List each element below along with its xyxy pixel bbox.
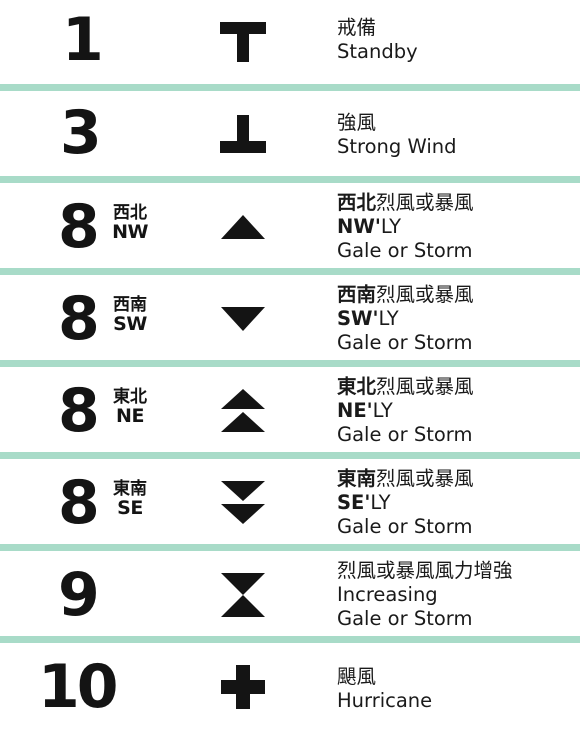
desc-english: Gale or Storm [337,515,473,538]
triangle-down-icon [221,307,265,331]
signal-number: 1 [62,5,104,75]
signal-description: 東南烈風或暴風 SE'LY Gale or Storm [337,467,474,539]
direction-label: 東北 NE [104,388,156,427]
double-triangle-down-icon [221,481,265,524]
desc-direction-suffix: LY [372,399,393,422]
desc-english: Standby [337,40,418,63]
signal-description: 西南烈風或暴風 SW'LY Gale or Storm [337,283,474,355]
cross-icon [221,665,265,709]
separator [0,452,580,459]
signal-number: 3 [60,98,102,168]
desc-chinese-rest: 烈風或暴風 [376,283,474,306]
desc-direction-abbr: NW' [337,215,381,238]
triangle-up-icon [221,215,265,239]
separator [0,268,580,275]
signal-row-8-se: 8 東南 SE 東南烈風或暴風 SE'LY Gale or Storm [0,459,580,545]
desc-chinese: 西南烈風或暴風 [337,283,474,307]
desc-direction-suffix: LY [378,307,399,330]
desc-chinese-rest: 烈風或暴風 [376,467,474,490]
direction-english: SW [113,312,147,335]
signal-number: 9 [58,560,100,630]
desc-direction-english: NW'LY [337,215,474,239]
desc-direction-chinese: 西北 [337,191,377,214]
desc-chinese: 烈風或暴風風力增強 [337,559,513,582]
desc-direction-chinese: 東北 [337,375,377,398]
desc-chinese: 戒備 [337,16,377,39]
desc-chinese-rest: 烈風或暴風 [376,375,474,398]
desc-chinese: 東南烈風或暴風 [337,467,474,491]
desc-direction-english: SW'LY [337,307,474,331]
signal-description: 西北烈風或暴風 NW'LY Gale or Storm [337,191,474,263]
signal-row-8-ne: 8 東北 NE 東北烈風或暴風 NE'LY Gale or Storm [0,367,580,453]
desc-english: Gale or Storm [337,331,473,354]
desc-chinese: 西北烈風或暴風 [337,191,474,215]
separator [0,636,580,643]
desc-direction-suffix: LY [380,215,401,238]
signal-description: 戒備 Standby [337,16,418,64]
direction-label: 西北 NW [104,204,156,243]
desc-direction-chinese: 西南 [337,283,377,306]
desc-chinese: 東北烈風或暴風 [337,375,474,399]
signal-description: 烈風或暴風風力增強 Increasing Gale or Storm [337,559,513,631]
signal-row-8-sw: 8 西南 SW 西南烈風或暴風 SW'LY Gale or Storm [0,275,580,361]
separator [0,360,580,367]
inverted-t-signal-icon [220,115,266,153]
desc-chinese: 颶風 [337,665,377,688]
signal-number: 8 [58,284,100,354]
desc-english: Hurricane [337,689,433,712]
signal-row-8-nw: 8 西北 NW 西北烈風或暴風 NW'LY Gale or Storm [0,183,580,269]
desc-direction-abbr: SW' [337,307,379,330]
double-triangle-up-icon [221,389,265,432]
signal-row-10: 10 颶風 Hurricane [0,643,580,730]
direction-english: NW [112,220,148,243]
separator [0,544,580,551]
signal-description: 強風 Strong Wind [337,111,457,159]
desc-english: Gale or Storm [337,423,473,446]
signal-number: 10 [38,652,118,722]
t-signal-icon [220,22,266,62]
signal-number: 8 [58,192,100,262]
direction-label: 東南 SE [104,480,156,519]
signal-description: 颶風 Hurricane [337,665,432,713]
desc-direction-chinese: 東南 [337,467,377,490]
desc-chinese-rest: 烈風或暴風 [376,191,474,214]
direction-english: SE [117,496,143,519]
desc-direction-abbr: NE' [337,399,373,422]
signal-description: 東北烈風或暴風 NE'LY Gale or Storm [337,375,474,447]
desc-english: Gale or Storm [337,239,473,262]
direction-english: NE [116,404,144,427]
desc-english-1: Increasing [337,583,438,606]
signal-row-3: 3 強風 Strong Wind [0,91,580,177]
direction-label: 西南 SW [104,296,156,335]
signal-row-9: 9 烈風或暴風風力增強 Increasing Gale or Storm [0,551,580,637]
signal-number: 8 [58,376,100,446]
desc-chinese: 強風 [337,111,377,134]
desc-direction-english: SE'LY [337,491,474,515]
separator [0,176,580,183]
signal-row-1: 1 戒備 Standby [0,0,580,86]
signal-number: 8 [58,468,100,538]
desc-direction-english: NE'LY [337,399,474,423]
desc-direction-suffix: LY [370,491,391,514]
desc-direction-abbr: SE' [337,491,371,514]
separator [0,84,580,91]
hourglass-icon [221,573,265,617]
desc-english: Strong Wind [337,135,457,158]
desc-english-2: Gale or Storm [337,607,473,630]
